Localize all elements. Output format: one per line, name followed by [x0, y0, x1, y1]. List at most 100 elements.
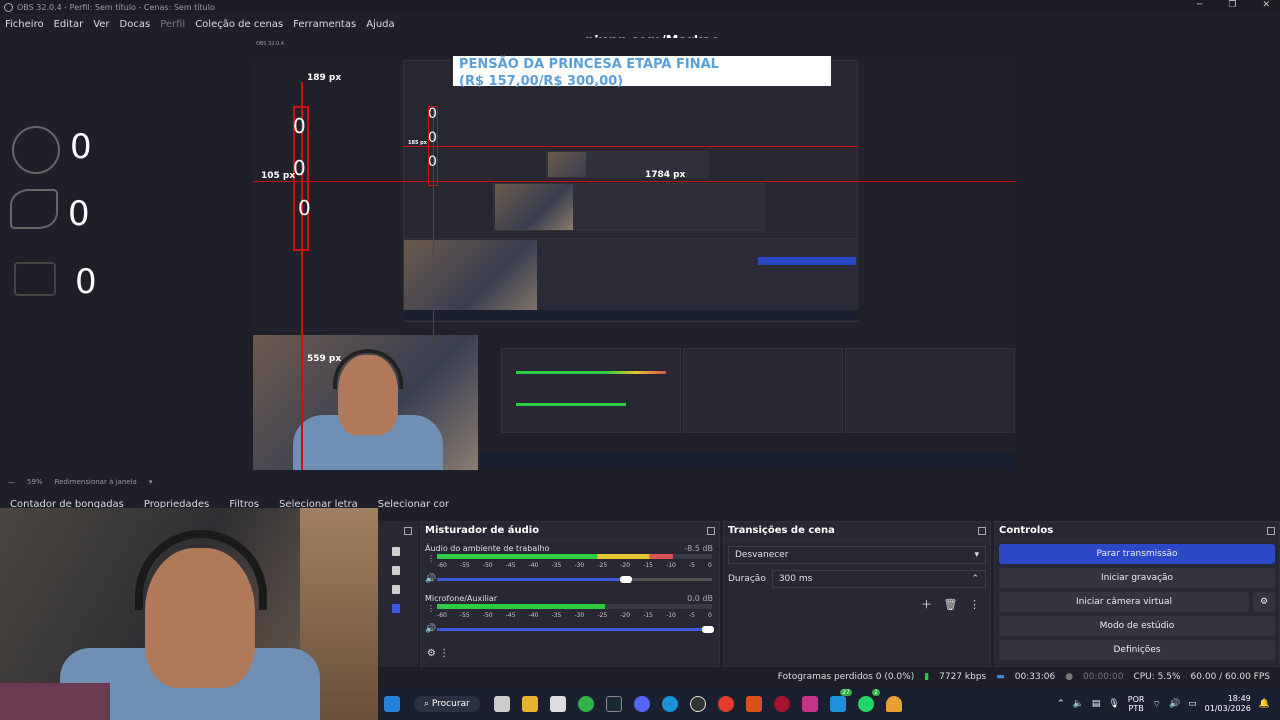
fit-window-label[interactable]: Redimensionar à janela [55, 478, 137, 486]
preview-zoom-bar: — 59% Redimensionar à janela ▾ [0, 476, 1280, 488]
edge-icon[interactable] [661, 696, 678, 712]
controls-title: Controlos [999, 525, 1054, 536]
messenger-app[interactable]: 27 [824, 689, 852, 712]
lock-icon-selected[interactable] [392, 604, 400, 613]
transitions-title: Transições de cena [728, 525, 835, 536]
time: 18:49 [1227, 694, 1251, 703]
delete-transition-icon[interactable]: 🗑 [944, 598, 958, 611]
record-app-icon[interactable] [773, 696, 790, 712]
duration-label: Duração [728, 574, 766, 584]
notification-bell-icon[interactable]: 🔔 [1259, 699, 1270, 709]
menu-view[interactable]: Ver [93, 19, 109, 30]
duration-input[interactable]: 300 ms ⌃ [771, 570, 986, 588]
store-icon[interactable] [549, 696, 566, 712]
transition-select[interactable]: Desvanecer ▾ [728, 546, 986, 564]
lock-icon[interactable] [392, 547, 400, 556]
level-meter [437, 604, 605, 609]
menu-docks[interactable]: Docas [120, 19, 151, 30]
maximize-icon[interactable]: ❐ [1228, 0, 1236, 10]
lock-icon[interactable] [392, 566, 400, 575]
whatsapp-app[interactable]: 2 [852, 689, 880, 712]
gear-icon[interactable]: ⚙ [1253, 592, 1275, 612]
minimize-icon[interactable]: ─ [1197, 0, 1202, 10]
mixer-settings-icon[interactable]: ⚙ ⋮ [427, 648, 449, 659]
language-indicator[interactable]: POR PTB [1128, 695, 1145, 713]
popout-icon[interactable] [404, 527, 412, 535]
file-explorer-icon[interactable] [521, 696, 538, 712]
menu-scene-collection[interactable]: Coleção de cenas [195, 19, 283, 30]
tick: -25 [597, 562, 608, 569]
chevron-up-icon[interactable]: ⌃ [1057, 699, 1065, 709]
instagram-icon[interactable] [801, 696, 818, 712]
task-view-icon[interactable] [493, 696, 510, 712]
guide-horizontal-2 [403, 146, 858, 147]
tab-select-color[interactable]: Selecionar cor [368, 499, 459, 510]
settings-button[interactable]: Definições [999, 640, 1275, 660]
spin-icon[interactable]: ⌃ [971, 574, 979, 584]
start-recording-button[interactable]: Iniciar gravação [999, 568, 1275, 588]
whatsapp-icon[interactable] [857, 696, 874, 712]
duration-value: 300 ms [778, 574, 813, 584]
popout-icon[interactable] [1267, 526, 1275, 535]
wifi-icon[interactable]: ⌔ [1152, 699, 1160, 710]
tick: -30 [574, 612, 585, 619]
start-virtual-camera-button[interactable]: Iniciar câmera virtual [999, 592, 1249, 612]
nested-transitions [683, 348, 843, 433]
clock[interactable]: 18:49 01/03/2026 [1205, 694, 1251, 714]
zoom-dropdown-icon[interactable]: ▾ [149, 478, 153, 486]
chair [0, 683, 110, 720]
app-icon[interactable] [745, 696, 762, 712]
nested-counter-6: 0 [428, 154, 437, 170]
obs-icon[interactable] [689, 696, 706, 712]
more-icon[interactable]: ⋮ [427, 604, 435, 613]
windows-start-icon[interactable] [384, 696, 400, 712]
weather-icon[interactable] [885, 696, 902, 712]
guide-horizontal-1 [253, 181, 1016, 182]
taskbar-search[interactable]: ⌕ Procurar [414, 696, 480, 712]
tick: -5 [688, 612, 695, 619]
add-transition-icon[interactable]: ＋ [921, 598, 932, 611]
zoom-level[interactable]: 59% [27, 478, 43, 486]
tick: -35 [551, 562, 562, 569]
more-icon[interactable]: ⋮ [427, 554, 435, 563]
menu-tools[interactable]: Ferramentas [293, 19, 356, 30]
tick: -30 [574, 562, 585, 569]
studio-mode-button[interactable]: Modo de estúdio [999, 616, 1275, 636]
tick: -15 [643, 562, 653, 569]
candy-icon [10, 189, 58, 229]
search-icon: ⌕ [424, 699, 432, 709]
messenger-icon[interactable] [829, 696, 846, 712]
menu-edit[interactable]: Editar [54, 19, 84, 30]
menu-help[interactable]: Ajuda [366, 19, 394, 30]
lock-icon[interactable] [392, 585, 400, 594]
tray-icon[interactable]: ▤ [1092, 699, 1101, 709]
fps: 60.00 / 60.00 FPS [1190, 672, 1270, 682]
chrome-icon[interactable] [717, 696, 734, 712]
mixer-title: Misturador de áudio [425, 525, 540, 536]
speaker-icon[interactable]: 🔊 [425, 574, 436, 584]
collapse-icon[interactable]: — [8, 478, 15, 486]
steam-icon[interactable] [605, 696, 622, 712]
more-icon[interactable]: ⋮ [969, 598, 980, 611]
mixer-channel: Áudio do ambiente de trabalho -8.5 dB ⋮ … [421, 540, 719, 590]
channel-db: -8.5 dB [684, 544, 713, 553]
xbox-icon[interactable] [577, 696, 594, 712]
px-label-bottom: 559 px [307, 354, 342, 364]
volume-slider-fill [437, 578, 624, 581]
volume-icon[interactable]: 🔈 [1073, 699, 1084, 709]
tick: -50 [482, 612, 493, 619]
menu-file[interactable]: Ficheiro [5, 19, 44, 30]
nested-counter-5: 0 [428, 130, 437, 146]
popout-icon[interactable] [707, 526, 715, 535]
battery-icon[interactable]: ▭ [1188, 699, 1197, 709]
volume-knob[interactable] [620, 576, 632, 583]
volume-knob[interactable] [702, 626, 714, 633]
popout-icon[interactable] [978, 526, 986, 535]
stop-streaming-button[interactable]: Parar transmissão [999, 544, 1275, 564]
close-icon[interactable]: ✕ [1262, 0, 1270, 10]
speaker-icon[interactable]: 🔊 [425, 624, 436, 634]
mic-icon[interactable]: 🎙 [1108, 699, 1119, 709]
discord-icon[interactable] [633, 696, 650, 712]
speaker-tray-icon[interactable]: 🔊 [1169, 699, 1180, 709]
date: 01/03/2026 [1204, 704, 1251, 713]
